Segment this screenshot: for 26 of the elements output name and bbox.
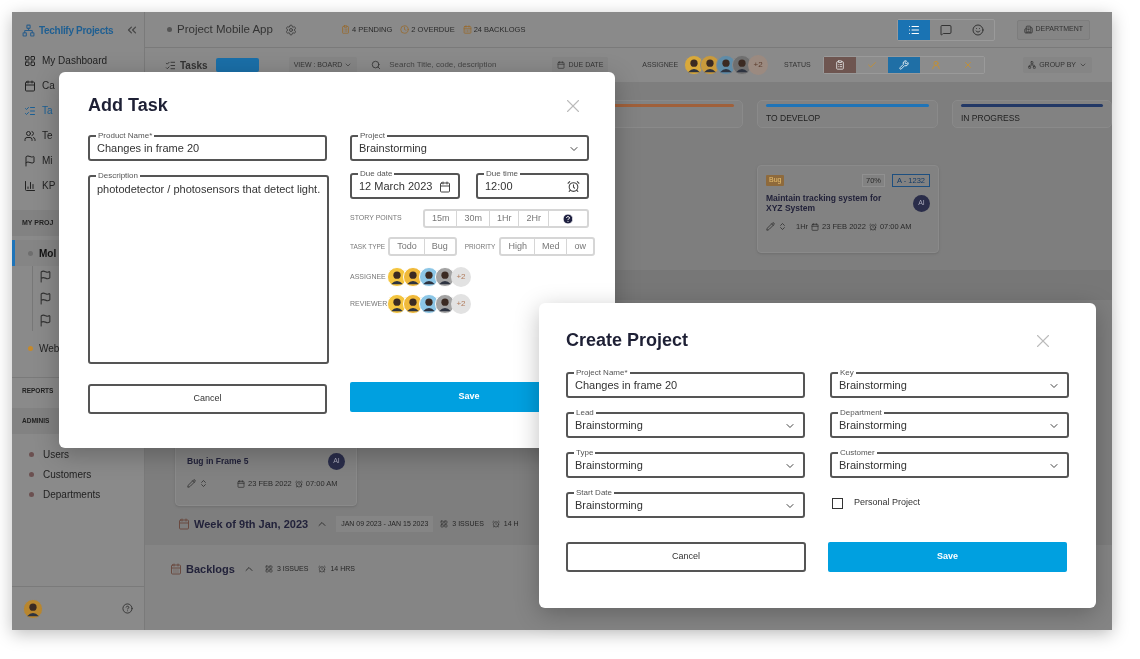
task-title: Maintain tracking system for XYZ System <box>766 193 883 214</box>
field-label: Key <box>839 368 855 377</box>
more-count: +2 <box>748 55 769 75</box>
field-label: Due date <box>359 169 394 178</box>
field-label: Description <box>97 171 139 180</box>
field-label: Start Date <box>575 488 613 497</box>
field-label: Project Name* <box>575 368 629 377</box>
field-label: Type <box>575 448 595 457</box>
more-count: +2 <box>451 267 471 287</box>
brand-name: Techlify Projects <box>39 23 114 38</box>
more-count: +2 <box>451 294 471 314</box>
field-label: Department <box>839 408 883 417</box>
field-label: Customer <box>839 448 876 457</box>
field-label: Due time <box>485 169 519 178</box>
checkbox-label: Personal Project <box>854 496 921 510</box>
task-title: Bug in Frame 5 <box>187 455 249 468</box>
week-title: Week of 9th Jan, 2023 <box>194 516 309 532</box>
column-header: TO DEVELOP <box>757 100 938 128</box>
field-label: Product Name* <box>97 131 154 140</box>
backlog-title: Backlogs <box>186 561 235 577</box>
dialog-title: Add Task <box>88 94 168 117</box>
dialog-title: Create Project <box>566 329 689 352</box>
field-label: Project <box>359 131 386 140</box>
toolbar-title: Tasks <box>180 58 208 73</box>
column-header: IN PROGRESS <box>952 100 1112 128</box>
project-title: Project Mobile App <box>177 21 273 37</box>
